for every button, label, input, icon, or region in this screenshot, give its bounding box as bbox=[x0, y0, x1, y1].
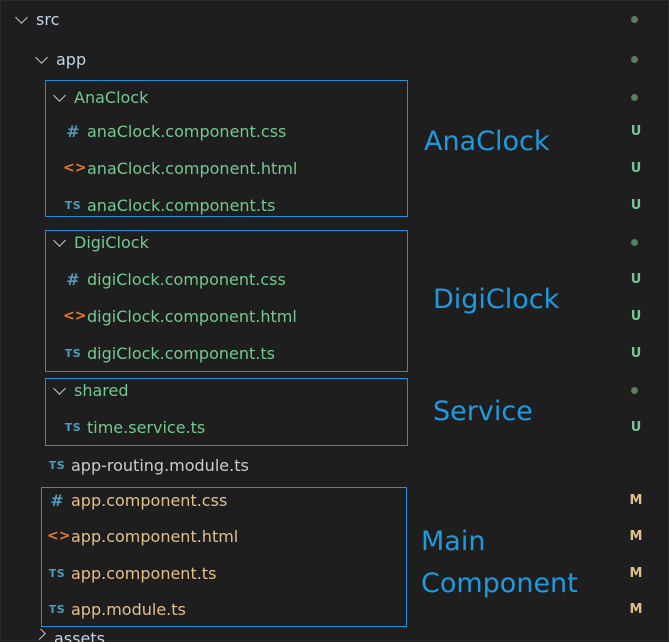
file-digiclock-css[interactable]: # digiClock.component.css U bbox=[1, 265, 668, 293]
annotation-service: Service bbox=[433, 396, 533, 427]
css-file-icon: # bbox=[50, 490, 64, 510]
folder-label: app bbox=[56, 49, 87, 69]
git-status-badge: U bbox=[630, 419, 642, 435]
chevron-down-icon bbox=[53, 88, 66, 102]
file-label: digiClock.component.html bbox=[87, 306, 297, 326]
file-label: anaClock.component.html bbox=[87, 158, 298, 178]
untracked-dot-icon bbox=[631, 93, 638, 101]
chevron-right-icon bbox=[33, 629, 46, 640]
git-status-badge: U bbox=[630, 308, 642, 324]
typescript-file-icon: TS bbox=[64, 198, 82, 212]
annotation-anaclock: AnaClock bbox=[424, 126, 550, 157]
folder-app[interactable]: app bbox=[1, 45, 668, 73]
modified-dot-icon bbox=[631, 55, 638, 63]
folder-anaclock[interactable]: AnaClock bbox=[1, 83, 668, 111]
file-label: app-routing.module.ts bbox=[71, 455, 249, 475]
typescript-file-icon: TS bbox=[48, 602, 66, 616]
chevron-down-icon bbox=[53, 233, 66, 247]
file-label: digiClock.component.css bbox=[87, 269, 286, 289]
file-digiclock-html[interactable]: <> digiClock.component.html U bbox=[1, 302, 668, 330]
git-status-badge: U bbox=[630, 345, 642, 361]
typescript-file-icon: TS bbox=[48, 566, 66, 580]
untracked-dot-icon bbox=[631, 238, 638, 246]
git-status-badge: M bbox=[629, 601, 643, 617]
file-anaclock-css[interactable]: # anaClock.component.css U bbox=[1, 117, 668, 145]
folder-label: src bbox=[36, 9, 60, 29]
file-label: anaClock.component.css bbox=[87, 121, 287, 141]
git-status-badge: U bbox=[630, 160, 642, 176]
annotation-digiclock: DigiClock bbox=[433, 284, 560, 315]
folder-digiclock[interactable]: DigiClock bbox=[1, 228, 668, 256]
untracked-dot-icon bbox=[631, 386, 638, 394]
git-status-badge: M bbox=[629, 528, 643, 544]
file-label: anaClock.component.ts bbox=[87, 195, 276, 215]
css-file-icon: # bbox=[66, 269, 80, 289]
file-digiclock-ts[interactable]: TS digiClock.component.ts U bbox=[1, 339, 668, 367]
file-label: app.module.ts bbox=[71, 599, 186, 619]
file-app-css[interactable]: # app.component.css M bbox=[1, 486, 668, 514]
git-status-badge: U bbox=[630, 197, 642, 213]
css-file-icon: # bbox=[66, 121, 80, 141]
git-status-badge: M bbox=[629, 492, 643, 508]
file-label: digiClock.component.ts bbox=[87, 343, 275, 363]
typescript-file-icon: TS bbox=[64, 346, 82, 360]
file-label: app.component.ts bbox=[71, 563, 217, 583]
html-file-icon: <> bbox=[63, 308, 87, 324]
file-label: time.service.ts bbox=[87, 417, 206, 437]
file-label: app.component.css bbox=[71, 490, 228, 510]
folder-assets[interactable]: assets bbox=[1, 629, 668, 642]
file-app-routing[interactable]: TS app-routing.module.ts bbox=[1, 451, 668, 479]
annotation-main: Main bbox=[421, 526, 486, 557]
folder-label: AnaClock bbox=[74, 87, 149, 107]
chevron-down-icon bbox=[53, 381, 66, 395]
html-file-icon: <> bbox=[63, 160, 87, 176]
typescript-file-icon: TS bbox=[48, 458, 66, 472]
folder-label: shared bbox=[74, 380, 129, 400]
chevron-down-icon bbox=[15, 10, 28, 24]
file-time-service[interactable]: TS time.service.ts U bbox=[1, 413, 668, 441]
folder-src[interactable]: src bbox=[1, 5, 668, 33]
html-file-icon: <> bbox=[47, 528, 71, 544]
file-label: app.component.html bbox=[71, 526, 239, 546]
folder-shared[interactable]: shared bbox=[1, 376, 668, 404]
file-app-html[interactable]: <> app.component.html M bbox=[1, 522, 668, 550]
file-anaclock-html[interactable]: <> anaClock.component.html U bbox=[1, 154, 668, 182]
file-explorer-panel: src app AnaClock # anaClock.component.cs… bbox=[0, 0, 669, 642]
folder-label: DigiClock bbox=[74, 232, 149, 252]
git-status-badge: U bbox=[630, 271, 642, 287]
git-status-badge: U bbox=[630, 123, 642, 139]
git-status-badge: M bbox=[629, 565, 643, 581]
file-anaclock-ts[interactable]: TS anaClock.component.ts U bbox=[1, 191, 668, 219]
folder-label: assets bbox=[54, 629, 105, 642]
chevron-down-icon bbox=[35, 50, 48, 64]
annotation-component: Component bbox=[421, 568, 578, 599]
typescript-file-icon: TS bbox=[64, 420, 82, 434]
modified-dot-icon bbox=[631, 15, 638, 23]
